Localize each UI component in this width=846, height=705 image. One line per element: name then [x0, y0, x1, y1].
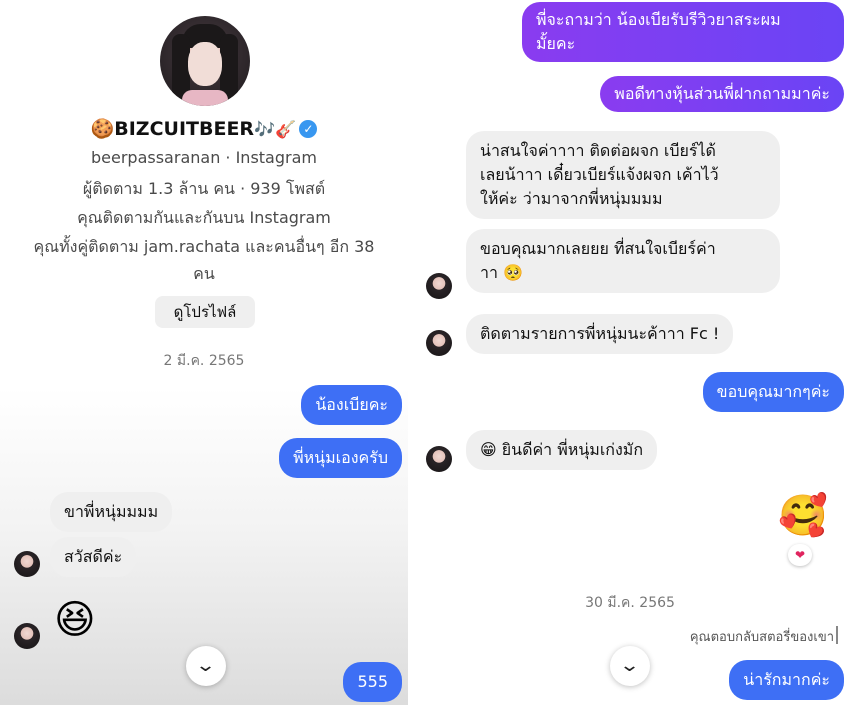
- story-reply-bar: [836, 626, 838, 644]
- message-line: เลยน้าาา เดี๋ยวเบียร์แจ้งผจก เค้าไว้: [480, 165, 719, 184]
- chevron-down-icon: ⌄: [619, 655, 641, 676]
- date-separator: 2 มี.ค. 2565: [163, 353, 245, 369]
- right-chat-panel: พี่จะถามว่า น้องเบียรับรีวิวยาสระผม มั้ย…: [414, 0, 846, 705]
- profile-stats-line: ผู้ติดตาม 1.3 ล้าน คน · 939 โพสต์: [82, 179, 326, 198]
- sender-avatar[interactable]: [426, 273, 452, 299]
- outgoing-message[interactable]: 555: [343, 662, 402, 702]
- incoming-message[interactable]: ติดตามรายการพี่หนุ่มนะค้าาา Fc !: [466, 314, 734, 354]
- profile-avatar[interactable]: [160, 16, 250, 106]
- message-line: พี่จะถามว่า น้องเบียรับรีวิวยาสระผม: [536, 10, 781, 29]
- outgoing-message[interactable]: พอดีทางหุ้นส่วนพี่ฝากถามมาค่ะ: [600, 76, 844, 112]
- scroll-down-button[interactable]: ⌄: [186, 646, 226, 686]
- outgoing-message[interactable]: พี่หนุ่มเองครับ: [279, 438, 402, 478]
- view-profile-button[interactable]: ดูโปรไฟล์: [155, 296, 255, 328]
- profile-name-decoration: 🎶🎸: [254, 120, 297, 140]
- incoming-message[interactable]: น่าสนใจค่าาาา ติดต่อผจก เบียร์ได้ เลยน้า…: [466, 131, 780, 219]
- message-line: ขอบคุณมากเลยยย ที่สนใจเบียร์ค่า: [480, 239, 716, 258]
- sender-avatar[interactable]: [426, 330, 452, 356]
- verified-badge-icon: ✓: [299, 120, 318, 138]
- heart-reaction-icon[interactable]: ❤: [788, 544, 812, 566]
- date-separator: 30 มี.ค. 2565: [585, 595, 675, 611]
- chevron-down-icon: ⌄: [195, 655, 217, 676]
- incoming-message[interactable]: 😁 ยินดีค่า พี่หนุ่มเก่งมัก: [466, 430, 658, 470]
- story-reply-note: คุณตอบกลับสตอรี่ของเขา: [689, 630, 834, 645]
- avatar-face: [188, 42, 222, 86]
- profile-name-text: 🍪BIZCUITBEER: [90, 118, 255, 140]
- message-line: าา 🥺: [480, 263, 523, 282]
- message-line: มั้ยคะ: [536, 34, 576, 53]
- left-chat-panel: 🍪BIZCUITBEER🎶🎸 ✓ beerpassaranan · Instagr…: [0, 0, 408, 705]
- sender-avatar[interactable]: [426, 446, 452, 472]
- incoming-message[interactable]: ขาพี่หนุ่มมมม: [50, 492, 173, 532]
- outgoing-message[interactable]: พี่จะถามว่า น้องเบียรับรีวิวยาสระผม มั้ย…: [522, 2, 844, 62]
- outgoing-message[interactable]: น้องเบียคะ: [301, 385, 402, 425]
- incoming-message[interactable]: สวัสดีค่ะ: [50, 537, 137, 577]
- mutual-friends-line-cont: คน: [193, 264, 215, 283]
- outgoing-message[interactable]: ขอบคุณมากๆค่ะ: [702, 372, 844, 412]
- profile-display-name: 🍪BIZCUITBEER🎶🎸 ✓: [0, 117, 408, 140]
- message-line: น่าสนใจค่าาาา ติดต่อผจก เบียร์ได้: [480, 141, 716, 160]
- sender-avatar[interactable]: [14, 623, 40, 649]
- scroll-down-button[interactable]: ⌄: [610, 646, 650, 686]
- sender-avatar[interactable]: [14, 551, 40, 577]
- outgoing-message[interactable]: น่ารักมากค่ะ: [729, 660, 844, 700]
- emoji-message[interactable]: 🥰: [778, 492, 828, 540]
- avatar-shirt: [182, 90, 228, 106]
- mutual-friends-line: คุณทั้งคู่ติดตาม jam.rachata และคนอื่นๆ …: [33, 237, 375, 256]
- emoji-message[interactable]: 😆: [54, 596, 96, 644]
- message-line: ให้ค่ะ ว่ามาจากพี่หนุ่มมมม: [480, 189, 663, 208]
- profile-username-line: beerpassaranan · Instagram: [91, 148, 317, 167]
- incoming-message[interactable]: ขอบคุณมากเลยยย ที่สนใจเบียร์ค่า าา 🥺: [466, 229, 780, 293]
- mutual-follow-line: คุณติดตามกันและกันบน Instagram: [77, 208, 331, 227]
